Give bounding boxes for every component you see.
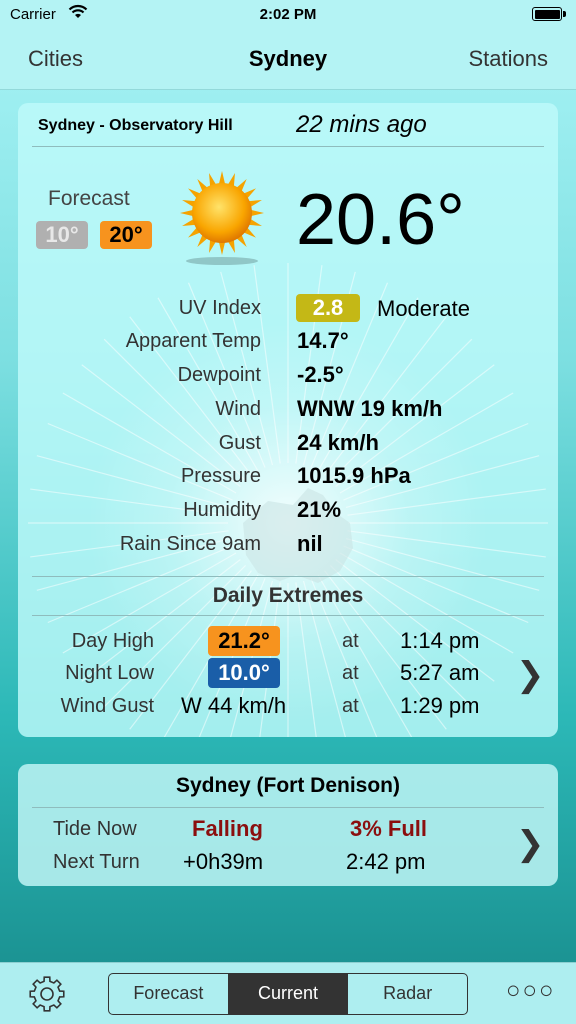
tab-forecast[interactable]: Forecast [109,974,229,1014]
apparent-temp-value: 14.7° [297,328,349,353]
status-bar: Carrier 2:02 PM [0,0,576,30]
forecast-high-badge: 20° [100,221,152,249]
station-name: Sydney - Observatory Hill [38,117,233,134]
sun-icon [180,171,264,265]
wind-gust-label: Wind Gust [60,695,154,717]
dewpoint-value: -2.5° [297,362,344,387]
gust-value: 24 km/h [297,430,379,455]
updated-time: 22 mins ago [296,111,427,138]
humidity-label: Humidity [183,499,261,521]
tide-station-title: Sydney (Fort Denison) [175,774,401,797]
observation-card: Sydney - Observatory Hill 22 mins ago Fo… [18,103,558,737]
humidity-value: 21% [297,497,342,522]
tab-radar[interactable]: Radar [348,974,467,1014]
forecast-label: Forecast [48,187,130,210]
settings-gear-icon[interactable] [28,975,66,1013]
tide-chevron-icon[interactable]: ❯ [516,824,545,864]
gust-label: Gust [218,432,261,454]
status-time: 2:02 PM [259,6,317,23]
day-high-time: 1:14 pm [400,628,480,653]
dewpoint-label: Dewpoint [177,364,261,386]
current-temperature: 20.6° [296,180,465,260]
night-low-at: at [342,662,359,684]
next-turn-time: 2:42 pm [346,849,426,874]
apparent-temp-label: Apparent Temp [125,330,261,352]
view-segmented-control: Forecast Current Radar [108,973,468,1015]
extremes-chevron-icon[interactable]: ❯ [516,655,545,695]
tide-state: Falling [192,816,263,841]
night-low-label: Night Low [65,662,154,684]
forecast-low-badge: 10° [36,221,88,249]
divider [32,615,544,616]
tide-card[interactable]: Sydney (Fort Denison) Tide Now Falling 3… [18,764,558,886]
night-low-time: 5:27 am [400,660,480,685]
rain-value: nil [297,531,323,556]
divider [32,146,544,147]
wind-gust-time: 1:29 pm [400,693,480,718]
pressure-label: Pressure [180,465,261,487]
day-high-label: Day High [71,630,154,652]
rain-label: Rain Since 9am [119,533,261,555]
day-high-at: at [342,630,359,652]
stations-button[interactable]: Stations [469,46,549,72]
pressure-value: 1015.9 hPa [297,463,411,488]
uv-index-badge: 2.8 [296,294,360,322]
bottom-toolbar: Forecast Current Radar ○○○ [0,962,576,1024]
wind-label: Wind [215,398,261,420]
uv-index-label: UV Index [178,297,261,319]
next-turn-label: Next Turn [53,851,140,873]
wind-value: WNW 19 km/h [297,396,443,421]
wind-gust-at: at [342,695,359,717]
wind-gust-value: W 44 km/h [181,693,287,718]
divider [32,807,544,808]
battery-icon [532,7,566,21]
next-turn-in: +0h39m [183,849,264,874]
tide-level: 3% Full [350,816,428,841]
tide-now-label: Tide Now [53,818,137,840]
day-high-badge: 21.2° [208,626,280,656]
uv-index-level: Moderate [377,296,470,321]
daily-extremes-title: Daily Extremes [212,584,364,607]
top-bar: Carrier 2:02 PM Cities Sydney Stations [0,0,576,90]
tab-current[interactable]: Current [228,974,349,1014]
night-low-badge: 10.0° [208,658,280,688]
more-options-icon[interactable]: ○○○ [506,977,556,1005]
divider [32,576,544,577]
